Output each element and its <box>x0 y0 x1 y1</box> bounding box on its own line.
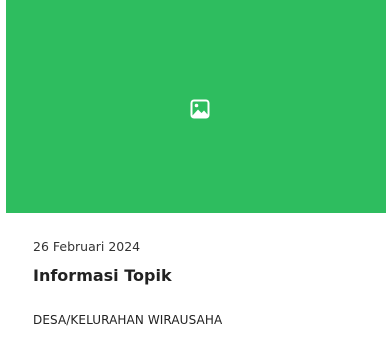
post-title[interactable]: Informasi Topik <box>33 266 172 286</box>
post-category: DESA/KELURAHAN WIRAUSAHA <box>33 313 223 327</box>
image-icon <box>190 99 210 119</box>
news-card[interactable]: 26 Februari 2024 Informasi Topik DESA/KE… <box>6 0 386 351</box>
post-date: 26 Februari 2024 <box>33 239 141 254</box>
card-thumbnail[interactable] <box>6 0 386 213</box>
card-content: 26 Februari 2024 Informasi Topik DESA/KE… <box>6 213 386 351</box>
